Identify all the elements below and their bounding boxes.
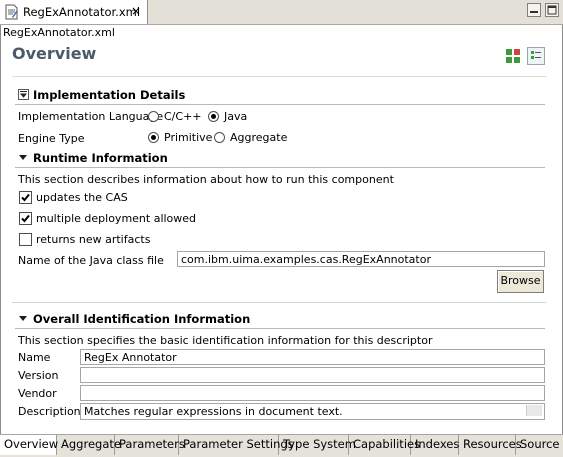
identification-header: Overall Identification Information (33, 312, 251, 326)
checkbox-updates-cas[interactable] (19, 191, 32, 204)
tab-aggregate[interactable]: Aggregate (57, 435, 121, 455)
browse-button[interactable]: Browse (497, 270, 544, 293)
page-tab-bar: Overview Aggregate Parameters Parameter … (0, 434, 563, 457)
section-divider (15, 167, 545, 168)
description-label: Description: (18, 405, 85, 418)
implementation-language-label: Implementation Language (18, 110, 164, 123)
tab-type-system[interactable]: Type System (279, 435, 356, 455)
xml-file-icon (5, 4, 19, 20)
name-label: Name (18, 351, 51, 364)
close-icon[interactable]: × (131, 4, 141, 18)
java-class-label: Name of the Java class file (18, 254, 164, 267)
radio-aggregate[interactable] (214, 132, 225, 143)
description-field[interactable]: Matches regular expressions in document … (80, 403, 545, 420)
checkbox-returns-new-artifacts-label: returns new artifacts (36, 233, 151, 246)
vertical-layout-icon[interactable] (527, 47, 545, 65)
tab-resources[interactable]: Resources (459, 435, 522, 455)
radio-java-label: Java (224, 110, 248, 123)
tab-parameter-settings[interactable]: Parameter Settings (179, 435, 294, 455)
checkbox-multiple-deployment[interactable] (19, 212, 32, 225)
expand-twistie-icon[interactable] (19, 316, 27, 321)
collapse-toggle-icon[interactable] (18, 89, 29, 103)
tab-parameters[interactable]: Parameters (115, 435, 185, 455)
section-divider (12, 302, 546, 303)
breadcrumb: RegExAnnotator.xml (3, 26, 115, 39)
radio-java[interactable] (208, 111, 219, 122)
version-field[interactable] (80, 367, 545, 383)
radio-c-cpp-label: C/C++ (164, 110, 202, 123)
minimize-icon[interactable] (527, 3, 541, 17)
checkbox-updates-cas-label: updates the CAS (36, 191, 128, 204)
horizontal-layout-icon[interactable] (506, 49, 520, 63)
radio-c-cpp[interactable] (148, 111, 159, 122)
engine-type-label: Engine Type (18, 132, 85, 145)
implementation-details-header: Implementation Details (33, 88, 186, 102)
editor-tab-title: RegExAnnotator.xml (23, 5, 141, 19)
tab-indexes[interactable]: Indexes (411, 435, 459, 455)
tab-overview[interactable]: Overview (0, 435, 58, 455)
scrollbar[interactable] (526, 405, 542, 416)
checkbox-multiple-deployment-label: multiple deployment allowed (36, 212, 197, 225)
name-field[interactable]: RegEx Annotator (80, 349, 545, 365)
identification-description: This section specifies the basic identif… (18, 334, 433, 347)
description-value: Matches regular expressions in document … (84, 405, 343, 418)
radio-aggregate-label: Aggregate (230, 131, 288, 144)
page-title: Overview (12, 44, 97, 63)
vendor-label: Vendor (18, 387, 57, 400)
runtime-description: This section describes information about… (18, 173, 394, 186)
version-label: Version (18, 369, 59, 382)
expand-twistie-icon[interactable] (19, 155, 27, 160)
editor-tab-strip: RegExAnnotator.xml × (0, 0, 563, 25)
header-separator (12, 76, 546, 77)
java-class-field[interactable]: com.ibm.uima.examples.cas.RegExAnnotator (177, 251, 545, 267)
tab-capabilities[interactable]: Capabilities (349, 435, 420, 455)
maximize-icon[interactable] (545, 3, 559, 17)
tab-source[interactable]: Source (516, 435, 563, 455)
editor-tab[interactable]: RegExAnnotator.xml × (0, 0, 148, 24)
section-divider (15, 328, 545, 329)
radio-primitive-label: Primitive (164, 131, 213, 144)
runtime-information-header: Runtime Information (33, 151, 168, 165)
radio-primitive[interactable] (148, 132, 159, 143)
vendor-field[interactable] (80, 385, 545, 401)
section-divider (15, 104, 545, 105)
checkbox-returns-new-artifacts[interactable] (19, 233, 32, 246)
